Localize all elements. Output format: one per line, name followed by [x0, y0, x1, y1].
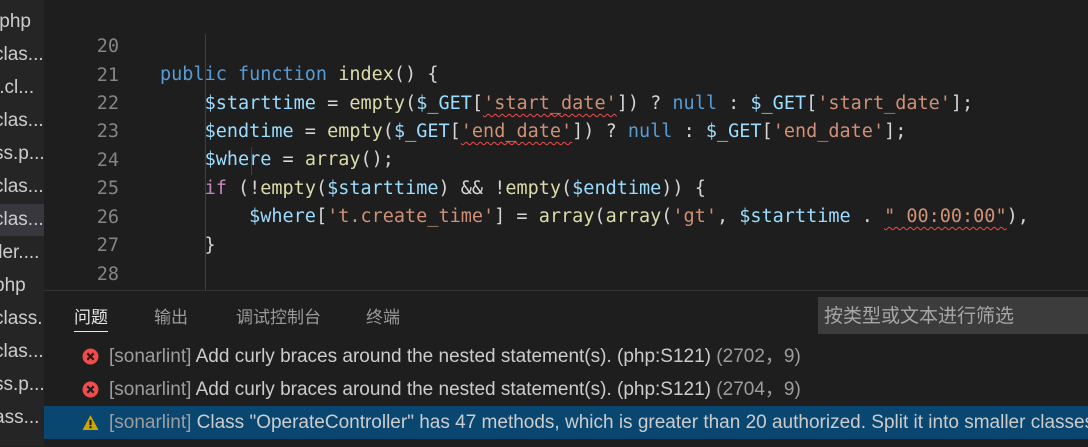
explorer-file-item-active[interactable]: clas... [0, 204, 44, 236]
explorer-file-item[interactable]: clas... [0, 105, 44, 137]
tab-problems[interactable]: 问题 [74, 305, 108, 332]
problem-item[interactable]: [sonarlint] Add curly braces around the … [44, 373, 1088, 406]
code-line[interactable]: 20 public function index() { [44, 5, 1088, 85]
explorer-file-item[interactable]: clas... [0, 39, 44, 71]
code-line[interactable]: 26 } [44, 176, 1088, 256]
explorer-file-item[interactable]: ss.p... [0, 369, 44, 401]
code-line[interactable]: 25 $where['t.create_time'] = array(array… [44, 147, 1088, 227]
explorer-file-item[interactable]: class... [0, 303, 44, 335]
explorer-file-item[interactable]: php [0, 270, 44, 302]
file-explorer: .php clas... r.cl... clas... ss.p... cla… [0, 0, 44, 446]
code-line[interactable]: 23 $where = array(); [44, 90, 1088, 170]
tab-output[interactable]: 输出 [154, 305, 188, 331]
explorer-file-item[interactable]: .php [0, 6, 44, 38]
code-line[interactable]: 24 if (!empty($starttime) && !empty($end… [44, 119, 1088, 199]
problem-message: Class "OperateController" has 47 methods… [196, 412, 1088, 433]
problems-panel: 问题 输出 调试控制台 终端 [sonarlint] Add curly bra… [44, 290, 1088, 447]
explorer-file-item[interactable]: r.cl... [0, 72, 44, 104]
problem-location: (2704，9) [716, 379, 801, 400]
code-line[interactable]: 22 $endtime = empty($_GET['end_date']) ?… [44, 62, 1088, 142]
warning-icon [82, 415, 99, 430]
problem-item-selected[interactable]: [sonarlint] Class "OperateController" ha… [44, 406, 1088, 439]
explorer-file-item[interactable]: clas... [0, 336, 44, 368]
problem-location: (2702，9) [716, 346, 801, 367]
code-line[interactable]: 28 $m_Suggestion = M('Suggestion'); [44, 233, 1088, 285]
problem-source: [sonarlint] [109, 346, 192, 367]
problem-message: Add curly braces around the nested state… [195, 346, 712, 367]
explorer-file-item[interactable]: ass... [0, 402, 44, 434]
code-line[interactable]: 29 $count = $m_Suggestion->alias('t') [44, 261, 1088, 289]
panel-tabs: 问题 输出 调试控制台 终端 [44, 291, 804, 343]
problems-filter-input[interactable] [818, 297, 1088, 334]
problem-item[interactable]: [sonarlint] Add curly braces around the … [44, 340, 1088, 373]
error-icon [82, 348, 99, 365]
tab-debug-console[interactable]: 调试控制台 [236, 305, 321, 331]
explorer-file-item[interactable]: ller.... [0, 237, 44, 269]
problem-source: [sonarlint] [109, 379, 192, 400]
code-editor[interactable]: 20 public function index() { 21 $startti… [44, 0, 1088, 290]
explorer-file-item[interactable]: ss.p... [0, 138, 44, 170]
code-line[interactable]: 21 $starttime = empty($_GET['start_date'… [44, 34, 1088, 114]
problem-source: [sonarlint] [109, 412, 192, 433]
error-icon [82, 381, 99, 398]
problem-message: Add curly braces around the nested state… [195, 379, 712, 400]
code-line[interactable]: 27 [44, 204, 1088, 256]
tab-terminal[interactable]: 终端 [366, 305, 400, 331]
explorer-file-item[interactable]: clas... [0, 171, 44, 203]
